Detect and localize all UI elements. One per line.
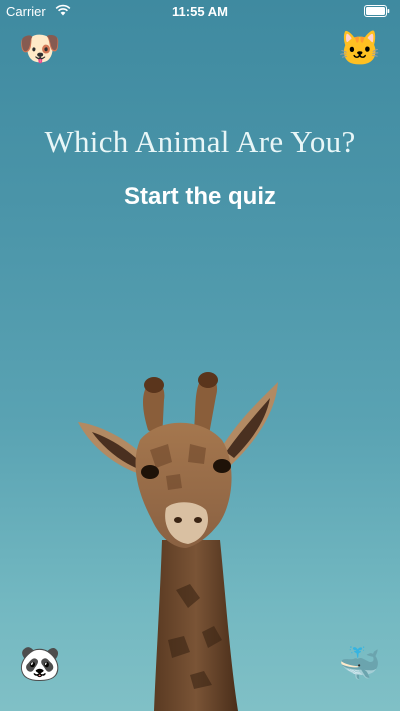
cat-icon[interactable]: 🐱 bbox=[338, 27, 382, 71]
page-title: Which Animal Are You? bbox=[44, 124, 356, 159]
dog-icon[interactable]: 🐶 bbox=[18, 27, 62, 71]
giraffe-image bbox=[78, 372, 278, 711]
start-quiz-button[interactable]: Start the quiz bbox=[90, 180, 310, 214]
quiz-home-screen: Carrier 11:55 AM Which Animal Are You? S… bbox=[0, 0, 400, 711]
panda-icon[interactable]: 🐼 bbox=[18, 642, 62, 686]
status-bar: Carrier 11:55 AM bbox=[0, 0, 400, 22]
whale-icon[interactable]: 🐳 bbox=[338, 642, 382, 686]
battery-icon bbox=[364, 5, 390, 17]
clock-time: 11:55 AM bbox=[172, 4, 228, 19]
